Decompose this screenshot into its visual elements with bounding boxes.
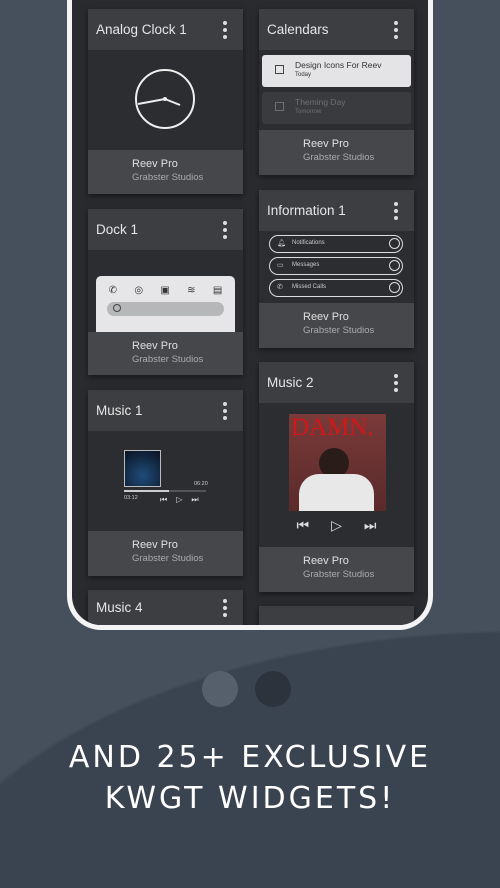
widget-preview	[88, 50, 243, 150]
widget-title: Music 2	[267, 375, 314, 390]
widget-card-information[interactable]: Information 1 🔔︎Notifications0 ▭Messages…	[259, 190, 414, 348]
widget-preview: Design Icons For Reev Today Theming Day To…	[259, 50, 414, 130]
more-icon[interactable]	[394, 373, 398, 392]
widget-card-music-4[interactable]: Music 4	[88, 590, 243, 625]
more-icon[interactable]	[223, 20, 227, 39]
widget-preview: ✆ ◎ ▣ ≋ ▤	[88, 250, 243, 332]
tagline-line-1: AND 25+ EXCLUSIVE	[68, 740, 432, 775]
next-icon[interactable]: ⏭	[364, 517, 377, 534]
widget-card-music-2[interactable]: Music 2 DAMN. ⏮ ▷ ⏭ Reev Pro Grabster Studi…	[259, 362, 414, 592]
progress-bar[interactable]	[124, 490, 170, 492]
page-indicator-1[interactable]	[202, 671, 238, 707]
info-row: ✆Missed Calls0	[269, 279, 403, 297]
widget-card-dock[interactable]: Dock 1 ✆ ◎ ▣ ≋ ▤ Reev Pro Grabster Studios	[88, 209, 243, 375]
more-icon[interactable]	[394, 20, 398, 39]
widget-title: Music 1	[96, 403, 143, 418]
calendar-icon	[275, 65, 284, 74]
album-art	[124, 450, 161, 487]
info-row: 🔔︎Notifications0	[269, 235, 403, 253]
widget-title: Calendars	[267, 22, 329, 37]
previous-icon[interactable]: ⏮	[297, 517, 310, 534]
analog-clock-icon	[135, 69, 195, 129]
widget-author: Grabster Studios	[132, 553, 204, 564]
widget-title: Music 4	[96, 600, 143, 615]
widget-name: Reev Pro	[303, 138, 349, 150]
widget-name: Reev Pro	[132, 158, 178, 170]
widget-title: Analog Clock 1	[96, 22, 187, 37]
duration: 06:20	[194, 481, 208, 487]
widget-name: Reev Pro	[303, 311, 349, 323]
phone-frame: Analog Clock 1 Reev Pro Grabster Studios …	[67, 0, 433, 630]
play-icon[interactable]: ▷	[176, 495, 182, 505]
info-row: ▭Messages0	[269, 257, 403, 275]
bell-icon: 🔔︎	[277, 240, 286, 247]
widget-author: Grabster Studios	[303, 152, 375, 163]
widget-name: Reev Pro	[132, 340, 178, 352]
widget-card[interactable]	[259, 606, 414, 625]
play-icon[interactable]: ▷	[331, 517, 342, 534]
widget-preview: 06:20 03:12 ⏮ ▷ ⏭	[88, 431, 243, 531]
widget-card-music-1[interactable]: Music 1 06:20 03:12 ⏮ ▷ ⏭ Reev Pro Grabster…	[88, 390, 243, 576]
tagline-line-2: KWGT WIDGETS!	[104, 781, 396, 816]
calendar-event: Design Icons For Reev Today	[262, 55, 411, 87]
widget-title: Information 1	[267, 203, 346, 218]
dock-search-bar	[107, 302, 224, 316]
widget-card-calendars[interactable]: Calendars Design Icons For Reev Today The…	[259, 9, 414, 175]
phone-icon: ✆	[277, 284, 283, 291]
widget-preview: 🔔︎Notifications0 ▭Messages0 ✆Missed Call…	[259, 231, 414, 303]
message-icon: ▭	[277, 262, 284, 269]
widget-name: Reev Pro	[303, 555, 349, 567]
widget-name: Reev Pro	[132, 539, 178, 551]
widget-author: Grabster Studios	[303, 325, 375, 336]
calendar-event: Theming Day Tomorrow	[262, 92, 411, 124]
elapsed-time: 03:12	[124, 495, 138, 501]
more-icon[interactable]	[394, 201, 398, 220]
widget-author: Grabster Studios	[132, 354, 204, 365]
widget-card-analog-clock[interactable]: Analog Clock 1 Reev Pro Grabster Studios	[88, 9, 243, 194]
widget-author: Grabster Studios	[303, 569, 375, 580]
widget-author: Grabster Studios	[132, 172, 204, 183]
widget-preview: DAMN. ⏮ ▷ ⏭	[259, 403, 414, 547]
widget-title: Dock 1	[96, 222, 139, 237]
calendar-icon	[275, 102, 284, 111]
search-icon	[113, 304, 121, 312]
album-art: DAMN.	[289, 414, 386, 511]
next-icon[interactable]: ⏭	[191, 495, 198, 505]
previous-icon[interactable]: ⏮	[160, 495, 167, 505]
more-icon[interactable]	[223, 220, 227, 239]
more-icon[interactable]	[223, 401, 227, 420]
page-indicator-2[interactable]	[255, 671, 291, 707]
dock-app-icons: ✆ ◎ ▣ ≋ ▤	[108, 285, 223, 296]
more-icon[interactable]	[223, 598, 227, 617]
